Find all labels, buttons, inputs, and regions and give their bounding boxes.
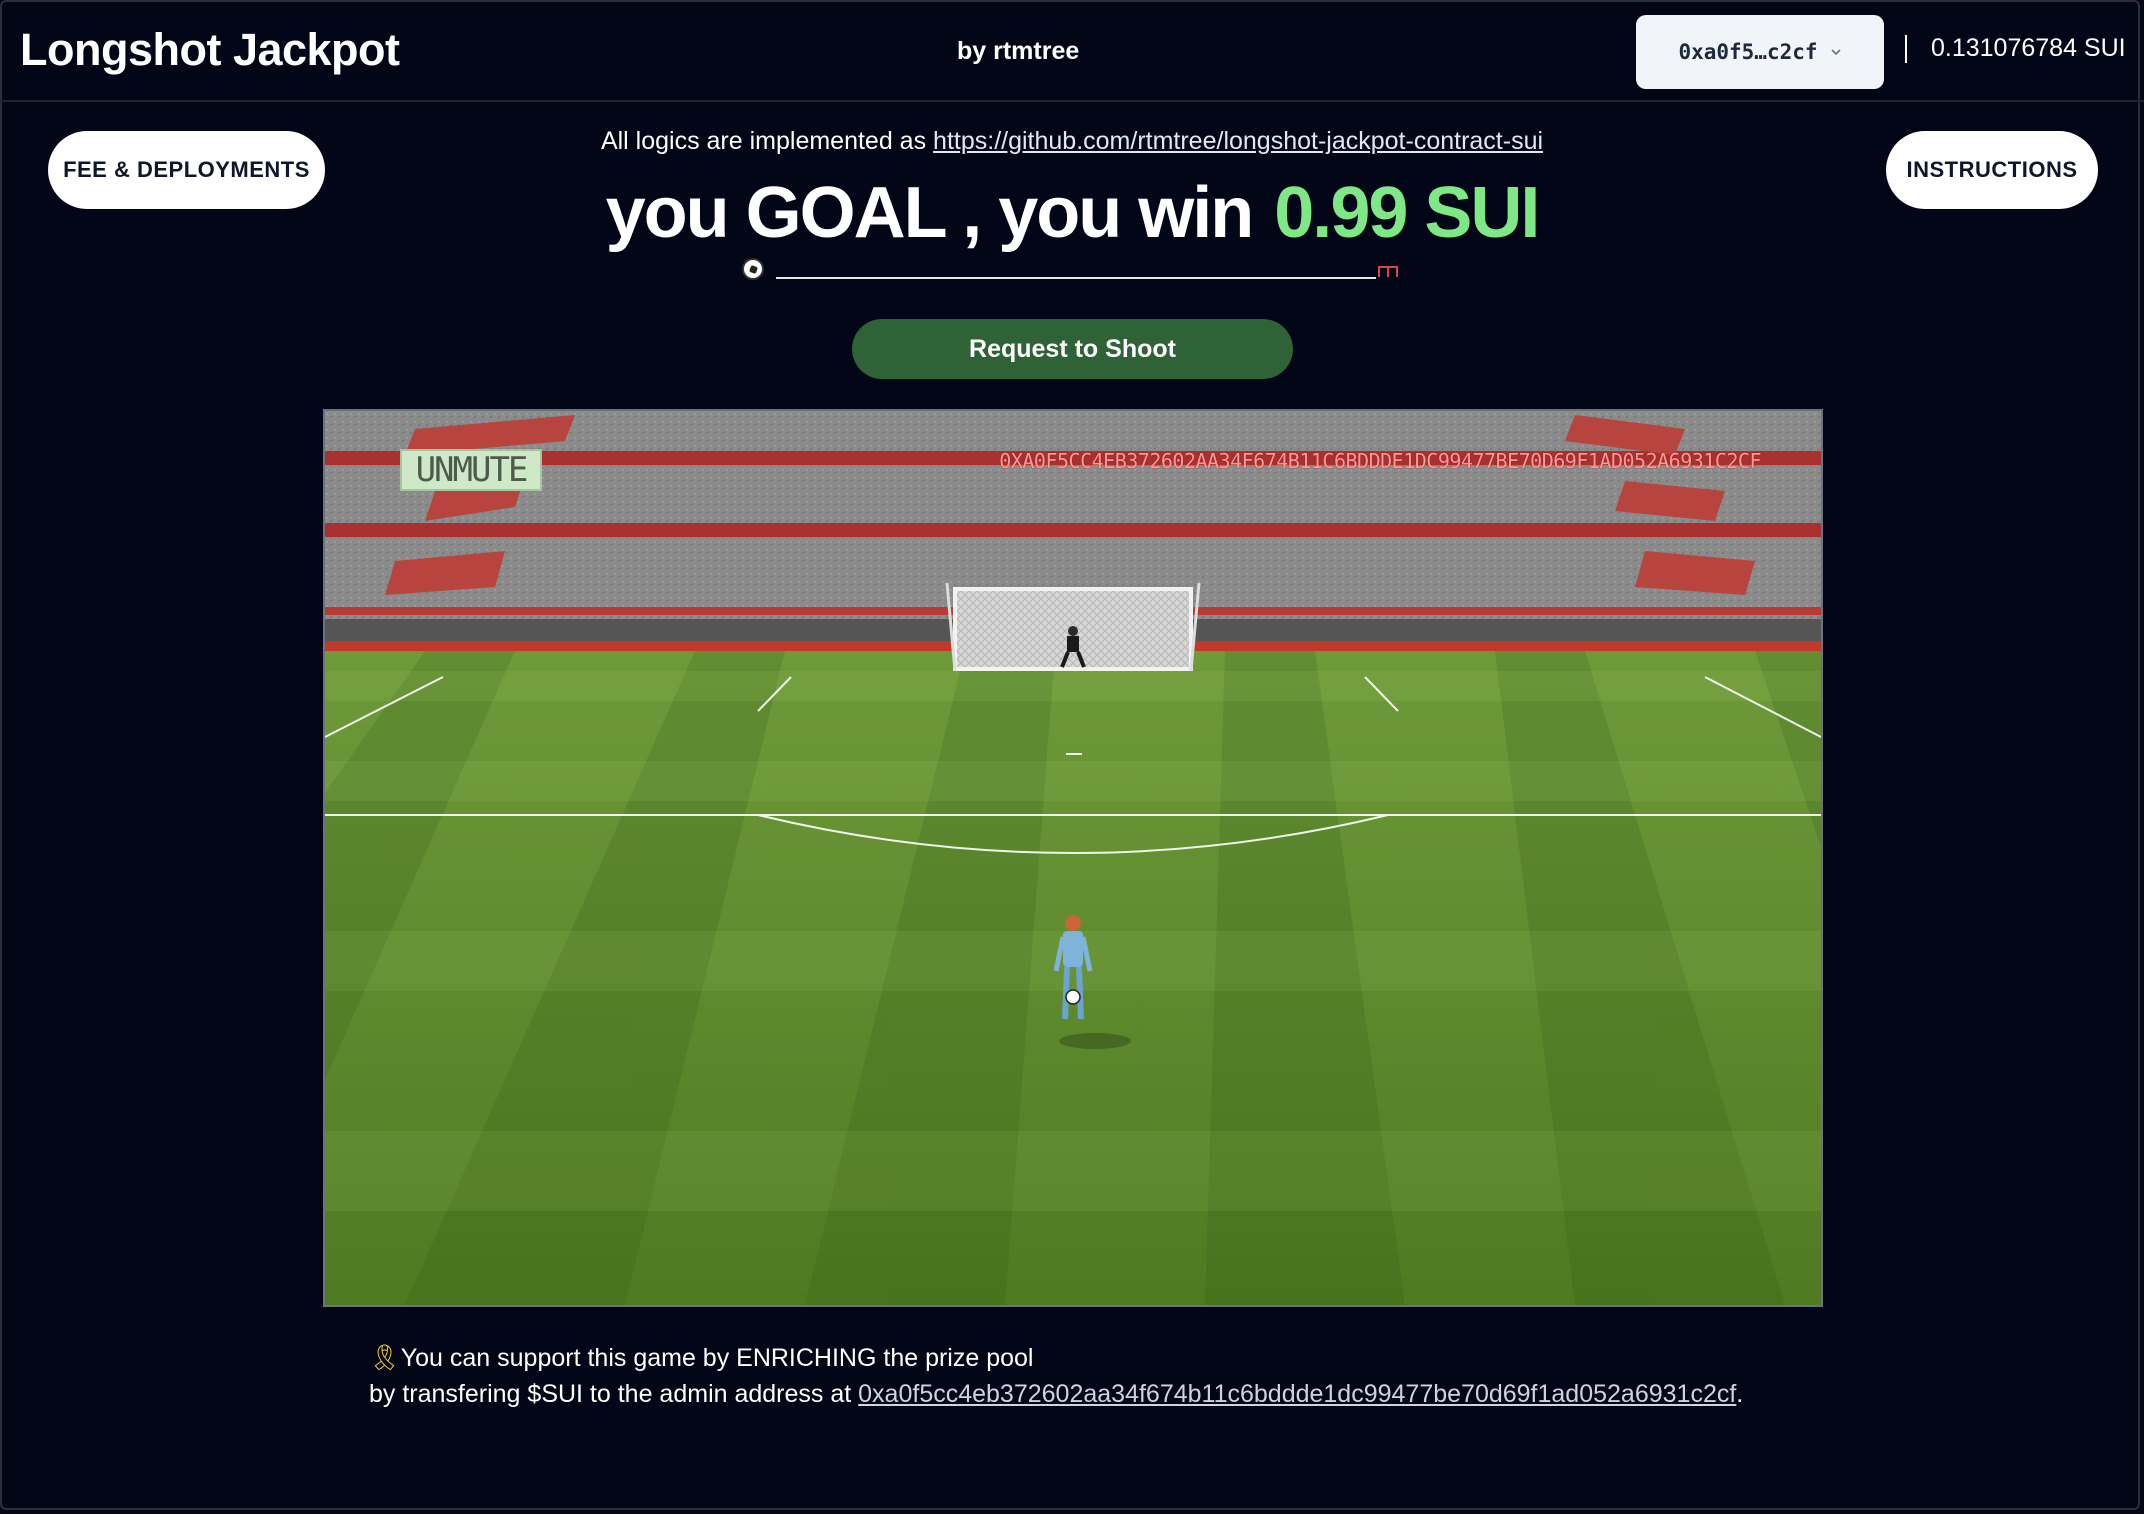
stadium-banner-address: 0XA0F5CC4EB372602AA34F674B11C6BDDDE1DC99… (999, 449, 1761, 473)
app-title: Longshot Jackpot (20, 24, 400, 75)
notice-prefix: All logics are implemented as (600, 127, 927, 155)
stadium-scene (325, 411, 1821, 1305)
support-suffix: . (1736, 1380, 1744, 1408)
chevron-down-icon (1830, 49, 1841, 56)
github-link[interactable]: https://github.com/rtmtree/longshot-jack… (933, 127, 1543, 155)
support-line-2: by transfering $SUI to the admin address… (369, 1376, 1743, 1412)
win-headline: you GOAL , you win 0.99 SUI (0, 172, 2144, 254)
shot-progress (742, 258, 1402, 284)
soccer-ball-icon (742, 258, 764, 280)
progress-track (776, 277, 1376, 279)
ribbon-icon: 🎗 (369, 1344, 401, 1372)
game-canvas[interactable]: UNMUTE 0XA0F5CC4EB372602AA34F674B11C6BDD… (323, 409, 1823, 1307)
wallet-button[interactable]: 0xa0f5…c2cf (1636, 15, 1884, 89)
implementation-notice: All logics are implemented as https://gi… (0, 127, 2144, 156)
support-note: 🎗You can support this game by ENRICHING … (369, 1340, 1743, 1412)
wallet-address: 0xa0f5…c2cf (1678, 40, 1818, 64)
support-text: You can support this game by ENRICHING t… (400, 1344, 1034, 1372)
goal-icon (1378, 266, 1398, 277)
author-byline: by rtmtree (957, 37, 1080, 65)
unmute-button[interactable]: UNMUTE (400, 449, 542, 491)
wallet-balance: 0.131076784 SUI (1931, 34, 2126, 62)
headline-text: you GOAL , you win (605, 173, 1255, 253)
header-divider (1905, 35, 1907, 63)
prize-amount: 0.99 SUI (1274, 173, 1540, 253)
request-shoot-button[interactable]: Request to Shoot (852, 319, 1293, 379)
admin-address-link[interactable]: 0xa0f5cc4eb372602aa34f674b11c6bddde1dc99… (858, 1380, 1736, 1408)
top-bar: Longshot Jackpot by rtmtree 0xa0f5…c2cf … (0, 0, 2144, 102)
support-prefix: by transfering $SUI to the admin address… (369, 1380, 852, 1408)
support-line-1: 🎗You can support this game by ENRICHING … (369, 1340, 1743, 1376)
